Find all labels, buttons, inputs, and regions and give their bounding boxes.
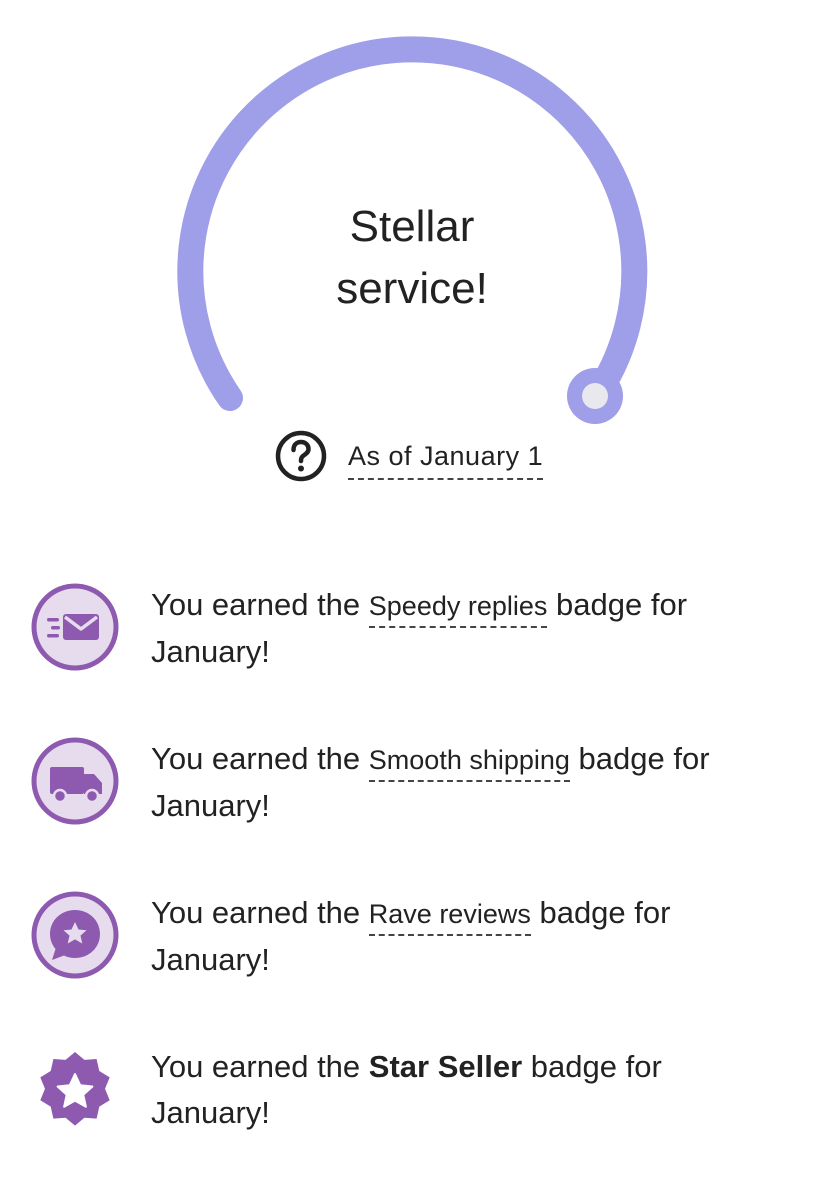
gauge-title: Stellar service! bbox=[262, 196, 562, 320]
gauge-title-line1: Stellar bbox=[349, 202, 475, 251]
badge-text-prefix: You earned the bbox=[151, 895, 369, 930]
question-circle-icon[interactable] bbox=[274, 429, 328, 483]
truck-icon bbox=[31, 737, 119, 825]
badge-text: You earned the Smooth shipping badge for… bbox=[151, 736, 771, 829]
badge-text: You earned the Rave reviews badge for Ja… bbox=[151, 890, 771, 983]
badge-text: You earned the Speedy replies badge for … bbox=[151, 582, 771, 675]
envelope-speed-icon bbox=[31, 583, 119, 671]
star-seller-badge-icon bbox=[40, 1052, 110, 1126]
badge-text: You earned the Star Seller badge for Jan… bbox=[151, 1044, 771, 1136]
smooth-shipping-badge-link[interactable]: Smooth shipping bbox=[368, 745, 570, 782]
badge-text-prefix: You earned the bbox=[151, 1049, 369, 1084]
badge-text-prefix: You earned the bbox=[151, 741, 369, 776]
star-seller-badge-name: Star Seller bbox=[368, 1049, 523, 1084]
speedy-replies-badge-link[interactable]: Speedy replies bbox=[368, 591, 548, 628]
badge-text-prefix: You earned the bbox=[151, 587, 369, 622]
rave-reviews-badge-link[interactable]: Rave reviews bbox=[368, 899, 531, 936]
as-of-date-link[interactable]: As of January 1 bbox=[348, 441, 544, 480]
star-chat-bubble-icon bbox=[31, 891, 119, 979]
service-level-gauge: Stellar service! bbox=[0, 0, 824, 440]
as-of-row: As of January 1 bbox=[274, 428, 544, 484]
gauge-title-line2: service! bbox=[336, 264, 488, 313]
gauge-knob-center bbox=[582, 383, 608, 409]
